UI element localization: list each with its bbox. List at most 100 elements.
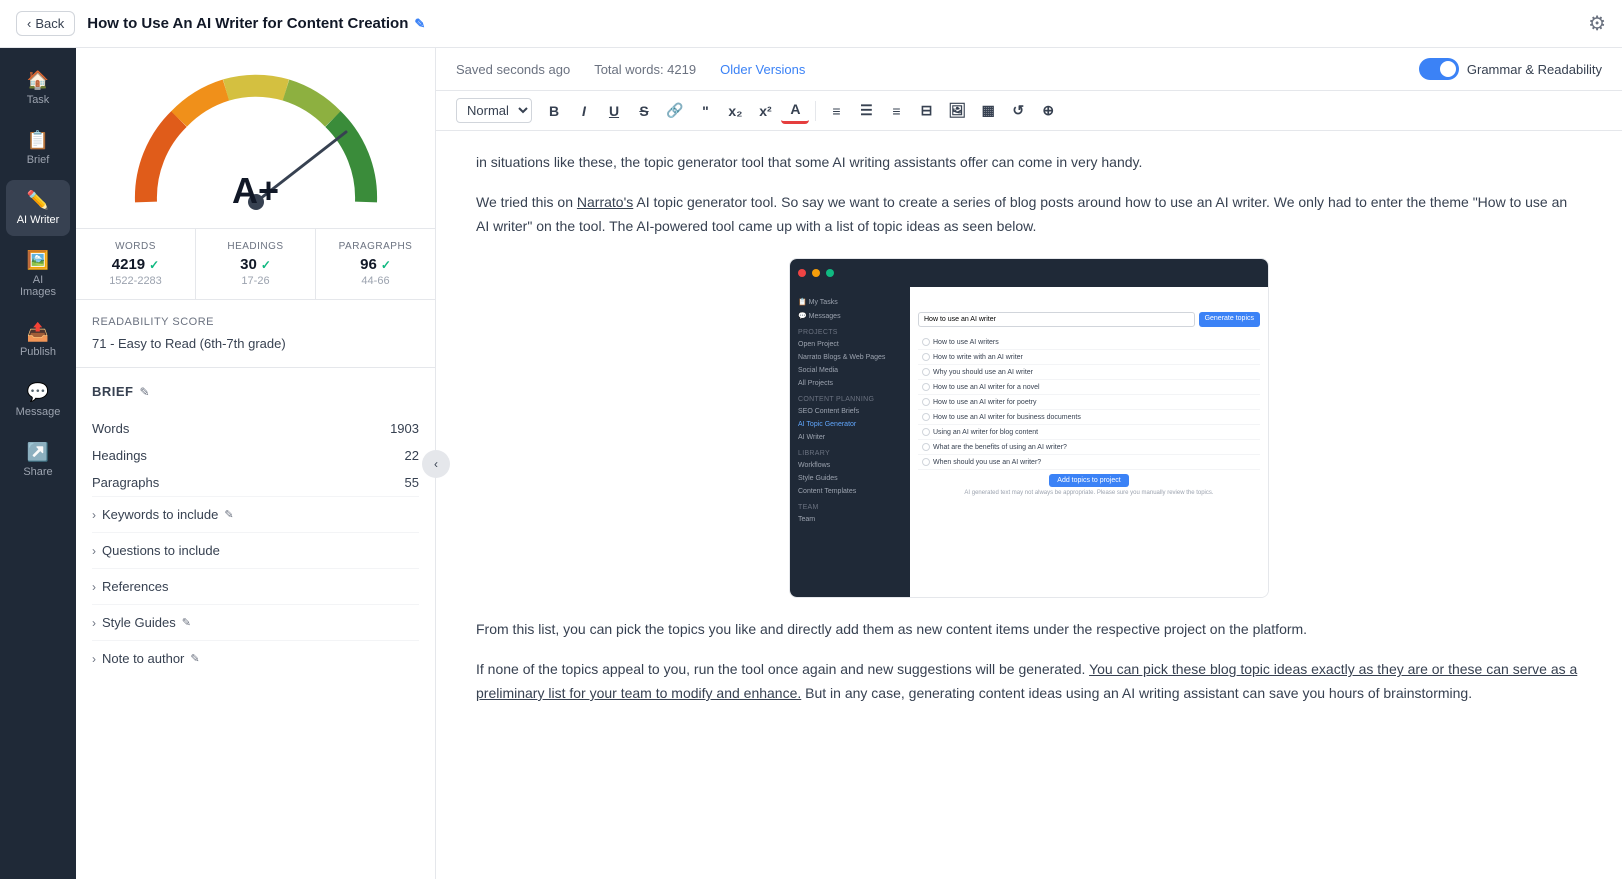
image-button[interactable]: 🖼: [942, 98, 972, 123]
ordered-list-button[interactable]: ☰: [852, 98, 880, 123]
brief-title: BRIEF: [92, 384, 134, 399]
ss-dot-red: [798, 269, 806, 277]
ss-list-item: When should you use an AI writer?: [918, 455, 1260, 470]
paragraphs-check-icon: ✓: [381, 258, 391, 272]
blockquote-button[interactable]: ": [691, 99, 719, 123]
note-to-author-chevron-icon: ›: [92, 652, 96, 666]
ss-sidebar: 📋 My Tasks 💬 Messages PROJECTS Open Proj…: [790, 287, 910, 597]
superscript-button[interactable]: x²: [751, 99, 779, 123]
paragraphs-stat-value: 96 ✓: [324, 256, 427, 273]
title-edit-icon[interactable]: ✎: [414, 16, 425, 32]
questions-collapsible[interactable]: › Questions to include: [92, 532, 419, 568]
clear-format-button[interactable]: ↺: [1004, 98, 1032, 123]
brief-edit-icon[interactable]: ✎: [140, 385, 150, 399]
p4-post: But in any case, generating content idea…: [801, 685, 1472, 701]
editor-toolbar: Normal B I U S 🔗 " x₂ x² A ≡ ☰ ≡ ⊟ 🖼 ▦ ↺…: [436, 91, 1622, 131]
sidebar-item-brief[interactable]: 📋 Brief: [6, 120, 70, 176]
ss-dot-green: [826, 269, 834, 277]
ss-list-item: What are the benefits of using an AI wri…: [918, 440, 1260, 455]
sidebar-item-message[interactable]: 💬 Message: [6, 372, 70, 428]
narrato-link[interactable]: Narrato's: [577, 194, 633, 210]
message-icon: 💬: [27, 382, 49, 403]
ai-images-label: AI Images: [14, 274, 62, 298]
ss-generate-btn: Generate topics: [1199, 312, 1260, 327]
ss-list-item: How to use an AI writer for a novel: [918, 380, 1260, 395]
keywords-label: Keywords to include: [102, 507, 218, 522]
format-button[interactable]: ≡: [822, 99, 850, 123]
sidebar-item-task[interactable]: 🏠 Task: [6, 60, 70, 116]
ss-radio-icon: [922, 398, 930, 406]
ss-title: AI Topic Generator: [918, 295, 1260, 304]
grammar-toggle-switch[interactable]: [1419, 58, 1459, 80]
references-collapsible[interactable]: › References: [92, 568, 419, 604]
ss-library-title: LIBRARY: [798, 450, 902, 457]
ss-narrato-blogs: Narrato Blogs & Web Pages: [798, 351, 902, 364]
style-select[interactable]: Normal: [456, 98, 532, 123]
topbar-left: ‹ Back How to Use An AI Writer for Conte…: [16, 11, 425, 36]
p4-pre: If none of the topics appeal to you, run…: [476, 661, 1089, 677]
font-color-button[interactable]: A: [781, 97, 809, 124]
sidebar-item-ai-images[interactable]: 🖼️ AI Images: [6, 240, 70, 308]
share-icon: ↗️: [27, 442, 49, 463]
headings-value: 30: [240, 256, 257, 273]
ss-footnote: AI generated text may not always be appr…: [918, 490, 1260, 496]
keywords-edit-icon[interactable]: ✎: [224, 508, 233, 521]
style-guides-label: Style Guides: [102, 615, 176, 630]
screenshot-sim: 📋 My Tasks 💬 Messages PROJECTS Open Proj…: [790, 259, 1268, 597]
underline-button[interactable]: U: [600, 99, 628, 123]
ss-add-btn: Add topics to project: [1049, 474, 1128, 487]
ss-radio-icon: [922, 353, 930, 361]
sidebar-item-publish[interactable]: 📤 Publish: [6, 312, 70, 368]
left-nav: 🏠 Task 📋 Brief ✏️ AI Writer 🖼️ AI Images…: [0, 48, 76, 879]
ss-seo-briefs: SEO Content Briefs: [798, 405, 902, 418]
headings-stat: HEADINGS 30 ✓ 17-26: [196, 229, 316, 299]
ss-list-item: How to write with an AI writer: [918, 350, 1260, 365]
sidebar-collapse-button[interactable]: ‹: [422, 450, 450, 478]
stats-row: WORDS 4219 ✓ 1522-2283 HEADINGS 30 ✓ 17-…: [76, 229, 435, 300]
gauge-container: A+: [126, 72, 386, 212]
note-to-author-collapsible[interactable]: › Note to author ✎: [92, 640, 419, 676]
toggle-thumb: [1440, 61, 1456, 77]
style-guides-collapsible[interactable]: › Style Guides ✎: [92, 604, 419, 640]
grammar-toggle-group: Grammar & Readability: [1419, 58, 1602, 80]
link-button[interactable]: 🔗: [660, 98, 689, 123]
sidebar-item-share[interactable]: ↗️ Share: [6, 432, 70, 488]
subscript-button[interactable]: x₂: [721, 99, 749, 123]
readability-value: 71 - Easy to Read (6th-7th grade): [92, 336, 419, 351]
align-button[interactable]: ⊟: [912, 98, 940, 123]
insert-button[interactable]: ⊕: [1034, 98, 1062, 123]
note-to-author-edit-icon[interactable]: ✎: [190, 652, 199, 665]
words-stat-label: WORDS: [84, 241, 187, 252]
editor-topbar: Saved seconds ago Total words: 4219 Olde…: [436, 48, 1622, 91]
back-chevron-icon: ‹: [27, 16, 31, 31]
older-versions-link[interactable]: Older Versions: [720, 62, 805, 77]
table-button[interactable]: ▦: [974, 98, 1002, 123]
task-icon: 🏠: [27, 70, 49, 91]
ss-radio-icon: [922, 443, 930, 451]
editor-meta: Saved seconds ago Total words: 4219 Olde…: [456, 62, 805, 77]
ss-list-item: Why you should use an AI writer: [918, 365, 1260, 380]
italic-button[interactable]: I: [570, 99, 598, 123]
ss-header: [790, 259, 1268, 287]
gauge-section: A+: [76, 48, 435, 229]
bold-button[interactable]: B: [540, 99, 568, 123]
editor-content[interactable]: in situations like these, the topic gene…: [436, 131, 1622, 879]
paragraphs-stat-label: PARAGRAPHS: [324, 241, 427, 252]
paragraph-intro: in situations like these, the topic gene…: [476, 151, 1582, 175]
sidebar-item-ai-writer[interactable]: ✏️ AI Writer: [6, 180, 70, 236]
sidebar-wrapper: A+ WORDS 4219 ✓ 1522-2283 HEADINGS 30: [76, 48, 436, 879]
headings-stat-label: HEADINGS: [204, 241, 307, 252]
ss-team: Team: [798, 513, 902, 526]
settings-button[interactable]: ⚙: [1588, 11, 1606, 36]
strikethrough-button[interactable]: S: [630, 99, 658, 123]
back-button[interactable]: ‹ Back: [16, 11, 75, 36]
brief-words-key: Words: [92, 421, 129, 436]
keywords-collapsible[interactable]: › Keywords to include ✎: [92, 496, 419, 532]
paragraphs-value: 96: [360, 256, 377, 273]
style-guides-edit-icon[interactable]: ✎: [182, 616, 191, 629]
paragraphs-stat: PARAGRAPHS 96 ✓ 44-66: [316, 229, 435, 299]
back-label: Back: [35, 16, 64, 31]
unordered-list-button[interactable]: ≡: [882, 99, 910, 123]
ss-radio-icon: [922, 413, 930, 421]
ss-content-planning-title: CONTENT PLANNING: [798, 396, 902, 403]
